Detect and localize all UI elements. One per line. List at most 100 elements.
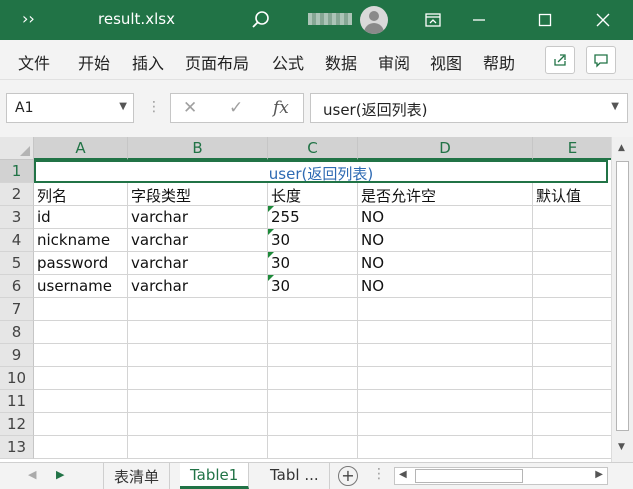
prev-sheet-icon[interactable]: ◀: [28, 468, 36, 481]
column-header-e[interactable]: E: [533, 137, 611, 160]
empty-cell[interactable]: [268, 344, 358, 367]
empty-cell[interactable]: [128, 413, 268, 436]
table-cell[interactable]: NO: [358, 229, 533, 252]
column-header-b[interactable]: B: [128, 137, 268, 160]
empty-cell[interactable]: [128, 390, 268, 413]
empty-cell[interactable]: [34, 390, 128, 413]
row-header[interactable]: 6: [0, 275, 34, 298]
table-cell[interactable]: varchar: [128, 275, 268, 298]
column-header-d[interactable]: D: [358, 137, 533, 160]
table-cell[interactable]: [533, 229, 611, 252]
empty-cell[interactable]: [128, 436, 268, 459]
empty-cell[interactable]: [128, 344, 268, 367]
tab-split-handle[interactable]: ⋮: [372, 466, 386, 482]
insert-function-icon[interactable]: fx: [273, 98, 289, 118]
row-header[interactable]: 13: [0, 436, 34, 459]
scroll-right-icon[interactable]: ▶: [595, 469, 603, 480]
row-header[interactable]: 9: [0, 344, 34, 367]
table-cell[interactable]: varchar: [128, 252, 268, 275]
quick-access-expand-icon[interactable]: ››: [22, 9, 35, 28]
table-cell[interactable]: 30: [268, 229, 358, 252]
table-cell[interactable]: nickname: [34, 229, 128, 252]
ribbon-display-options-icon[interactable]: [410, 0, 456, 40]
row-header[interactable]: 8: [0, 321, 34, 344]
empty-cell[interactable]: [34, 344, 128, 367]
horizontal-scroll-thumb[interactable]: [415, 469, 523, 483]
empty-cell[interactable]: [358, 344, 533, 367]
row-header[interactable]: 5: [0, 252, 34, 275]
maximize-icon[interactable]: [522, 0, 568, 40]
empty-cell[interactable]: [128, 298, 268, 321]
search-icon[interactable]: [250, 9, 272, 31]
table-cell[interactable]: password: [34, 252, 128, 275]
row-header[interactable]: 3: [0, 206, 34, 229]
vertical-scrollbar[interactable]: ▲ ▼: [611, 137, 633, 462]
empty-cell[interactable]: [358, 298, 533, 321]
tab-view[interactable]: 视图: [430, 50, 462, 74]
sheet-tab-table1[interactable]: Table1: [180, 463, 250, 489]
scroll-down-icon[interactable]: ▼: [618, 442, 625, 452]
column-header-c[interactable]: C: [268, 137, 358, 160]
table-cell[interactable]: 30: [268, 252, 358, 275]
tab-home[interactable]: 开始: [78, 50, 110, 74]
tab-data[interactable]: 数据: [325, 50, 357, 74]
empty-cell[interactable]: [128, 367, 268, 390]
empty-cell[interactable]: [268, 298, 358, 321]
add-sheet-button[interactable]: +: [338, 466, 358, 486]
empty-cell[interactable]: [358, 413, 533, 436]
empty-cell[interactable]: [268, 436, 358, 459]
empty-cell[interactable]: [34, 367, 128, 390]
table-cell[interactable]: [533, 206, 611, 229]
expand-formula-bar-icon[interactable]: ▼: [611, 101, 619, 112]
merged-title-cell[interactable]: user(返回列表): [34, 160, 608, 183]
row-header[interactable]: 7: [0, 298, 34, 321]
table-cell[interactable]: 255: [268, 206, 358, 229]
table-cell[interactable]: id: [34, 206, 128, 229]
formula-input[interactable]: user(返回列表) ▼: [310, 93, 628, 123]
horizontal-scrollbar[interactable]: ◀ ▶: [394, 467, 608, 485]
select-all-corner[interactable]: [0, 137, 34, 160]
header-cell[interactable]: 字段类型: [128, 183, 268, 206]
empty-cell[interactable]: [358, 436, 533, 459]
row-header[interactable]: 10: [0, 367, 34, 390]
comments-button[interactable]: [586, 46, 616, 74]
sheet-tab-more[interactable]: Tabl ...: [260, 463, 330, 489]
tab-file[interactable]: 文件: [18, 50, 50, 74]
minimize-icon[interactable]: [456, 0, 502, 40]
table-cell[interactable]: varchar: [128, 206, 268, 229]
spreadsheet-grid[interactable]: A B C D E 1 2 3 4 5 6 7 8 9 10 11 12 13 …: [0, 137, 611, 462]
empty-cell[interactable]: [533, 413, 611, 436]
table-cell[interactable]: varchar: [128, 229, 268, 252]
name-box[interactable]: A1 ▼: [6, 93, 134, 123]
empty-cell[interactable]: [268, 413, 358, 436]
row-header[interactable]: 2: [0, 183, 34, 206]
scroll-left-icon[interactable]: ◀: [399, 469, 407, 480]
header-cell[interactable]: 列名: [34, 183, 128, 206]
scroll-up-icon[interactable]: ▲: [618, 143, 625, 153]
confirm-icon[interactable]: ✓: [229, 98, 243, 118]
empty-cell[interactable]: [34, 321, 128, 344]
empty-cell[interactable]: [34, 298, 128, 321]
avatar[interactable]: [360, 6, 388, 34]
table-cell[interactable]: username: [34, 275, 128, 298]
row-header[interactable]: 4: [0, 229, 34, 252]
empty-cell[interactable]: [128, 321, 268, 344]
table-cell[interactable]: NO: [358, 206, 533, 229]
empty-cell[interactable]: [34, 436, 128, 459]
share-button[interactable]: [545, 46, 575, 74]
column-header-a[interactable]: A: [34, 137, 128, 160]
next-sheet-icon[interactable]: ▶: [56, 468, 64, 481]
empty-cell[interactable]: [358, 367, 533, 390]
table-cell[interactable]: NO: [358, 252, 533, 275]
table-cell[interactable]: [533, 275, 611, 298]
empty-cell[interactable]: [34, 413, 128, 436]
empty-cell[interactable]: [533, 436, 611, 459]
chevron-down-icon[interactable]: ▼: [119, 101, 127, 112]
table-cell[interactable]: 30: [268, 275, 358, 298]
tab-review[interactable]: 审阅: [378, 50, 410, 74]
row-header[interactable]: 1: [0, 160, 34, 183]
empty-cell[interactable]: [268, 367, 358, 390]
empty-cell[interactable]: [358, 321, 533, 344]
empty-cell[interactable]: [533, 367, 611, 390]
cancel-icon[interactable]: ✕: [183, 98, 197, 118]
